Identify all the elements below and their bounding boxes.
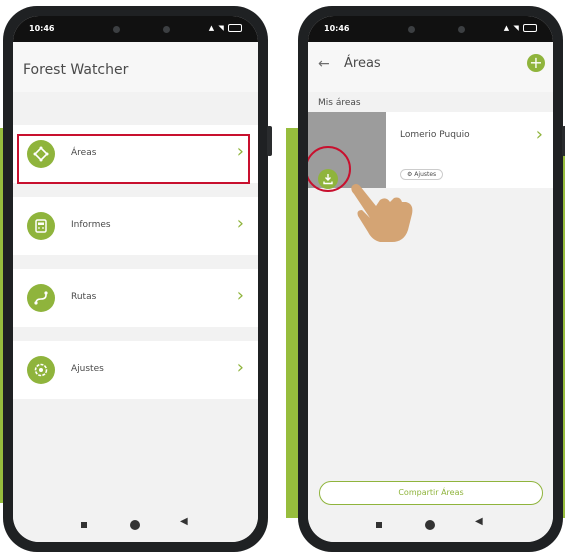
chevron-right-icon: › [236, 357, 244, 378]
highlight-box-areas [17, 134, 250, 184]
back-triangle-icon[interactable]: ◀ [475, 516, 483, 527]
add-area-button[interactable]: + [527, 54, 545, 72]
recents-icon[interactable] [376, 522, 382, 528]
menu-item-ajustes[interactable]: Ajustes › [13, 341, 258, 399]
front-camera [113, 26, 120, 33]
routes-icon [27, 284, 55, 312]
pointing-hand-icon [351, 184, 413, 242]
back-arrow-icon[interactable]: ← [318, 56, 330, 72]
chevron-right-icon: › [236, 285, 244, 306]
battery-icon [523, 24, 537, 32]
home-icon[interactable] [130, 520, 140, 530]
menu-item-rutas[interactable]: Rutas › [13, 269, 258, 327]
share-areas-button[interactable]: Compartir Áreas [319, 481, 543, 505]
recents-icon[interactable] [81, 522, 87, 528]
area-name: Lomerio Puquio [400, 130, 470, 140]
status-time: 10:46 [324, 24, 350, 33]
section-label: Mis áreas [318, 98, 361, 108]
back-triangle-icon[interactable]: ◀ [180, 516, 188, 527]
battery-icon [228, 24, 242, 32]
settings-icon [27, 356, 55, 384]
android-nav-bar: ◀ [308, 508, 553, 542]
page-title: Áreas [344, 56, 381, 71]
menu-item-informes[interactable]: Informes › [13, 197, 258, 255]
phone-side-button [267, 126, 272, 156]
status-icons: ▲ ◥ [209, 24, 242, 32]
sensor-dot [458, 26, 465, 33]
area-settings-label: Ajustes [414, 171, 437, 178]
app-title: Forest Watcher [23, 62, 129, 78]
app-header: ← Áreas + [308, 42, 553, 92]
chevron-right-icon: › [535, 124, 543, 145]
chevron-right-icon: › [236, 213, 244, 234]
menu-label-informes: Informes [71, 220, 111, 230]
menu-label-ajustes: Ajustes [71, 364, 104, 374]
reports-icon [27, 212, 55, 240]
phone-left-screen: 10:46 ▲ ◥ Forest Watcher Áreas › Informe… [13, 16, 258, 542]
android-nav-bar: ◀ [13, 508, 258, 542]
sensor-dot [163, 26, 170, 33]
status-bar: 10:46 ▲ ◥ [308, 16, 553, 42]
app-header: Forest Watcher [13, 42, 258, 92]
front-camera [408, 26, 415, 33]
status-time: 10:46 [29, 24, 55, 33]
status-bar: 10:46 ▲ ◥ [13, 16, 258, 42]
phone-right: 10:46 ▲ ◥ ← Áreas + Mis áreas Lomerio Pu… [298, 6, 565, 552]
home-icon[interactable] [425, 520, 435, 530]
phone-left: 10:46 ▲ ◥ Forest Watcher Áreas › Informe… [3, 6, 272, 552]
status-icons: ▲ ◥ [504, 24, 537, 32]
menu-label-rutas: Rutas [71, 292, 97, 302]
area-settings-pill[interactable]: ⚙ Ajustes [400, 169, 444, 180]
phone-right-screen: 10:46 ▲ ◥ ← Áreas + Mis áreas Lomerio Pu… [308, 16, 553, 542]
